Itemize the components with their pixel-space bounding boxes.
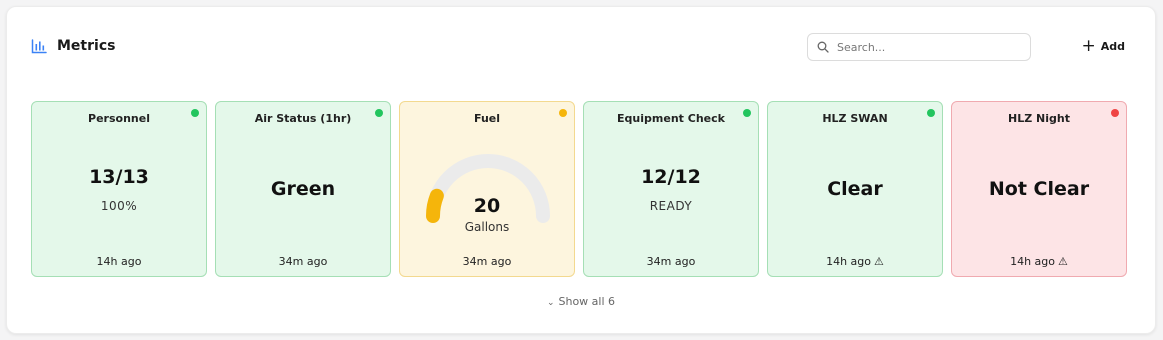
card-title: HLZ SWAN	[822, 112, 888, 125]
plus-icon: +	[1081, 36, 1096, 56]
timestamp-text: 14h ago	[826, 255, 872, 268]
show-all-label: Show all 6	[558, 295, 616, 308]
card-timestamp: 14h ago ⚠	[768, 255, 942, 268]
metric-card-hlz-night[interactable]: HLZ Night Not Clear 14h ago ⚠	[951, 101, 1127, 277]
timestamp-text: 14h ago	[1010, 255, 1056, 268]
card-title: Personnel	[88, 112, 150, 125]
metric-card-hlz-swan[interactable]: HLZ SWAN Clear 14h ago ⚠	[767, 101, 943, 277]
card-value: Not Clear	[988, 178, 1090, 200]
gauge-unit: Gallons	[464, 220, 510, 234]
card-value: Green	[270, 178, 336, 200]
show-all-button[interactable]: ⌄ Show all 6	[7, 295, 1155, 308]
card-value: 12/12	[641, 166, 701, 188]
status-dot	[559, 109, 567, 117]
timestamp-text: 34m ago	[646, 255, 696, 268]
status-dot	[375, 109, 383, 117]
card-value: 13/13	[89, 166, 149, 188]
metrics-panel: Metrics + Add Personnel 13/13 100% 14h a…	[6, 6, 1156, 334]
status-dot	[743, 109, 751, 117]
card-timestamp: 34m ago	[400, 255, 574, 268]
card-subvalue: 100%	[100, 199, 138, 213]
card-title: HLZ Night	[1008, 112, 1070, 125]
card-title: Equipment Check	[617, 112, 725, 125]
gauge-value: 20	[473, 195, 501, 217]
add-button[interactable]: + Add	[1081, 36, 1125, 56]
bar-chart-icon	[31, 39, 47, 54]
card-title: Air Status (1hr)	[254, 112, 352, 125]
add-button-label: Add	[1100, 39, 1125, 53]
search-icon	[817, 41, 829, 53]
metric-card-air-status[interactable]: Air Status (1hr) Green 34m ago	[215, 101, 391, 277]
chevron-down-icon: ⌄	[546, 298, 555, 308]
search-input[interactable]	[837, 40, 1017, 54]
card-timestamp: 14h ago ⚠	[952, 255, 1126, 268]
metric-card-equipment-check[interactable]: Equipment Check 12/12 READY 34m ago	[583, 101, 759, 277]
warning-icon: ⚠	[874, 255, 884, 268]
metric-card-fuel[interactable]: Fuel 20 Gallons 34m ago	[399, 101, 575, 277]
status-dot	[1111, 109, 1119, 117]
warning-icon: ⚠	[1058, 255, 1068, 268]
card-timestamp: 34m ago	[216, 255, 390, 268]
metric-card-personnel[interactable]: Personnel 13/13 100% 14h ago	[31, 101, 207, 277]
card-timestamp: 34m ago	[584, 255, 758, 268]
status-dot	[927, 109, 935, 117]
status-dot	[191, 109, 199, 117]
timestamp-text: 14h ago	[96, 255, 142, 268]
title-group: Metrics	[31, 38, 115, 54]
timestamp-text: 34m ago	[462, 255, 512, 268]
page-title: Metrics	[57, 38, 116, 54]
search-box[interactable]	[807, 33, 1031, 61]
card-title: Fuel	[473, 112, 501, 125]
card-value: Clear	[827, 178, 883, 200]
panel-header: Metrics + Add	[31, 33, 1125, 63]
metric-cards: Personnel 13/13 100% 14h ago Air Status …	[31, 101, 1127, 277]
card-timestamp: 14h ago	[32, 255, 206, 268]
timestamp-text: 34m ago	[278, 255, 328, 268]
card-subvalue: READY	[649, 199, 693, 213]
